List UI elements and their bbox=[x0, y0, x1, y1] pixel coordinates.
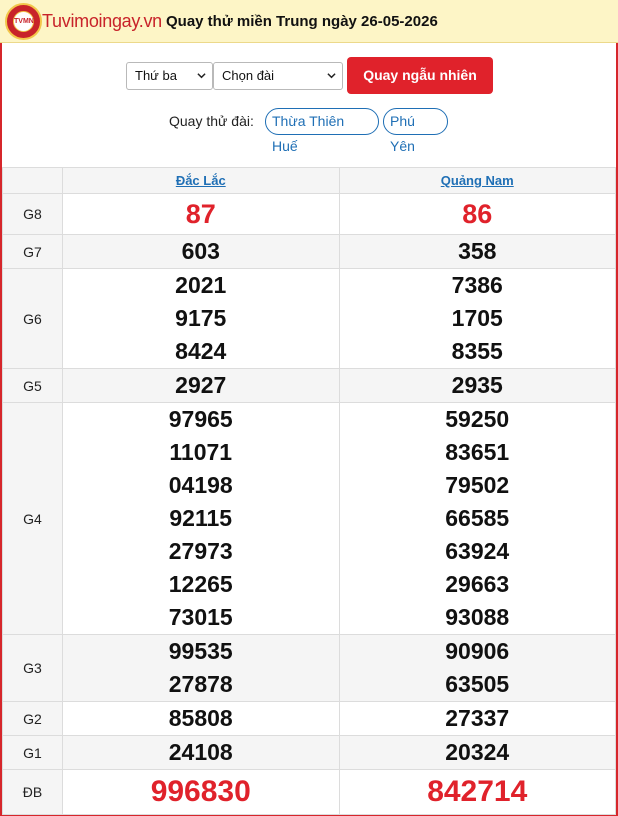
prize-number: 04198 bbox=[168, 472, 233, 498]
results-table: Đắc Lắc Quảng Nam G8 87 86 G7 603 358 G6 2021 91… bbox=[2, 167, 616, 815]
column-header-quang-nam[interactable]: Quảng Nam bbox=[338, 167, 616, 194]
table-row: G4 97965 11071 04198 92115 27973 12265 73015 592… bbox=[2, 402, 616, 635]
prize-number: 92115 bbox=[169, 505, 233, 531]
prize-cell: 603 bbox=[62, 234, 340, 269]
page-title: Quay thử miền Trung ngày 26-05-2026 bbox=[166, 13, 438, 30]
prize-label: G7 bbox=[2, 234, 63, 269]
prize-number: 27973 bbox=[168, 538, 233, 564]
prize-number: 2935 bbox=[451, 372, 503, 398]
prize-cell: 2935 bbox=[338, 368, 616, 403]
site-header: TVMN Tuvimoingay.vn Quay thử miền Trung … bbox=[0, 0, 618, 43]
prize-cell: 85808 bbox=[62, 701, 340, 736]
table-corner bbox=[2, 167, 63, 194]
prize-number: 83651 bbox=[445, 439, 510, 465]
table-row: G3 99535 27878 90906 63505 bbox=[2, 634, 616, 702]
site-logo-text[interactable]: Tuvimoingay.vn bbox=[42, 11, 162, 32]
prize-cell: 24108 bbox=[62, 735, 340, 770]
prize-number: 93088 bbox=[445, 604, 510, 630]
prize-number: 63924 bbox=[445, 538, 510, 564]
prize-number: 996830 bbox=[150, 775, 251, 808]
prize-cell: 2021 9175 8424 bbox=[62, 268, 340, 369]
station-links: Quay thử đài: Thừa Thiên Huế Phú Yên bbox=[0, 106, 618, 154]
prize-number: 24108 bbox=[168, 739, 233, 765]
prize-cell: 99535 27878 bbox=[62, 634, 340, 702]
column-header-dac-lac[interactable]: Đắc Lắc bbox=[62, 167, 340, 194]
prize-number: 842714 bbox=[427, 775, 528, 808]
prize-number: 2021 bbox=[175, 272, 227, 298]
prize-number: 20324 bbox=[445, 739, 510, 765]
prize-number: 63505 bbox=[445, 671, 510, 697]
station-chip-thua-thien-hue[interactable]: Thừa Thiên Huế bbox=[265, 108, 379, 154]
prize-number: 79502 bbox=[445, 472, 510, 498]
table-row: G7 603 358 bbox=[2, 234, 616, 269]
results-body: G8 87 86 G7 603 358 G6 2021 9175 8424 7386 1705 8355… bbox=[2, 193, 616, 815]
prize-cell: 2927 bbox=[62, 368, 340, 403]
table-row: G1 24108 20324 bbox=[2, 735, 616, 770]
prize-number: 8355 bbox=[451, 338, 503, 364]
prize-number: 66585 bbox=[445, 505, 510, 531]
prize-number: 90906 bbox=[445, 638, 510, 664]
prize-label: G1 bbox=[2, 735, 63, 770]
prize-cell: 7386 1705 8355 bbox=[338, 268, 616, 369]
prize-cell: 87 bbox=[62, 193, 340, 235]
prize-label: G3 bbox=[2, 634, 63, 702]
table-row: G8 87 86 bbox=[2, 193, 616, 235]
prize-number: 8424 bbox=[175, 338, 227, 364]
prize-number: 73015 bbox=[168, 604, 233, 630]
prize-label: G8 bbox=[2, 193, 63, 235]
prize-label: ĐB bbox=[2, 769, 63, 815]
prize-number: 1705 bbox=[451, 305, 503, 331]
prize-number: 12265 bbox=[168, 571, 233, 597]
day-select[interactable]: Thứ ba bbox=[126, 62, 213, 90]
prize-number: 85808 bbox=[168, 705, 233, 731]
prize-number: 99535 bbox=[168, 638, 233, 664]
station-select[interactable]: Chọn đài bbox=[213, 62, 343, 90]
prize-label: G5 bbox=[2, 368, 63, 403]
prize-number: 358 bbox=[458, 238, 497, 264]
prize-cell: 97965 11071 04198 92115 27973 12265 73015 bbox=[62, 402, 340, 635]
prize-number: 97965 bbox=[168, 406, 233, 432]
chevron-down-icon bbox=[327, 73, 336, 79]
logo-icon[interactable]: TVMN bbox=[5, 3, 42, 40]
prize-label: G6 bbox=[2, 268, 63, 369]
table-row: G2 85808 27337 bbox=[2, 701, 616, 736]
prize-cell: 59250 83651 79502 66585 63924 29663 93088 bbox=[338, 402, 616, 635]
station-chip-phu-yen[interactable]: Phú Yên bbox=[383, 108, 448, 154]
logo-badge-text: TVMN bbox=[13, 11, 34, 32]
prize-cell: 86 bbox=[338, 193, 616, 235]
prize-number: 87 bbox=[185, 199, 216, 229]
prize-label: G4 bbox=[2, 402, 63, 635]
prize-number: 603 bbox=[181, 238, 220, 264]
prize-cell: 358 bbox=[338, 234, 616, 269]
prize-cell: 842714 bbox=[338, 769, 616, 815]
table-row: G6 2021 9175 8424 7386 1705 8355 bbox=[2, 268, 616, 369]
station-select-value: Chọn đài bbox=[222, 68, 275, 83]
prize-number: 9175 bbox=[175, 305, 227, 331]
table-header-row: Đắc Lắc Quảng Nam bbox=[2, 167, 616, 194]
controls-bar: Thứ ba Chọn đài Quay ngẫu nhiên bbox=[0, 57, 618, 95]
prize-number: 7386 bbox=[451, 272, 503, 298]
prize-cell: 20324 bbox=[338, 735, 616, 770]
prize-number: 11071 bbox=[169, 439, 233, 465]
prize-number: 2927 bbox=[175, 372, 227, 398]
prize-number: 27878 bbox=[168, 671, 233, 697]
prize-number: 29663 bbox=[445, 571, 510, 597]
table-row: G5 2927 2935 bbox=[2, 368, 616, 403]
prize-cell: 27337 bbox=[338, 701, 616, 736]
day-select-value: Thứ ba bbox=[135, 68, 177, 83]
prize-number: 59250 bbox=[445, 406, 510, 432]
table-row: ĐB 996830 842714 bbox=[2, 769, 616, 815]
chevron-down-icon bbox=[197, 73, 206, 79]
prize-label: G2 bbox=[2, 701, 63, 736]
prize-number: 86 bbox=[462, 199, 493, 229]
prize-cell: 996830 bbox=[62, 769, 340, 815]
prize-number: 27337 bbox=[445, 705, 510, 731]
prize-cell: 90906 63505 bbox=[338, 634, 616, 702]
station-links-label: Quay thử đài: bbox=[169, 113, 254, 129]
random-draw-button[interactable]: Quay ngẫu nhiên bbox=[347, 57, 493, 94]
